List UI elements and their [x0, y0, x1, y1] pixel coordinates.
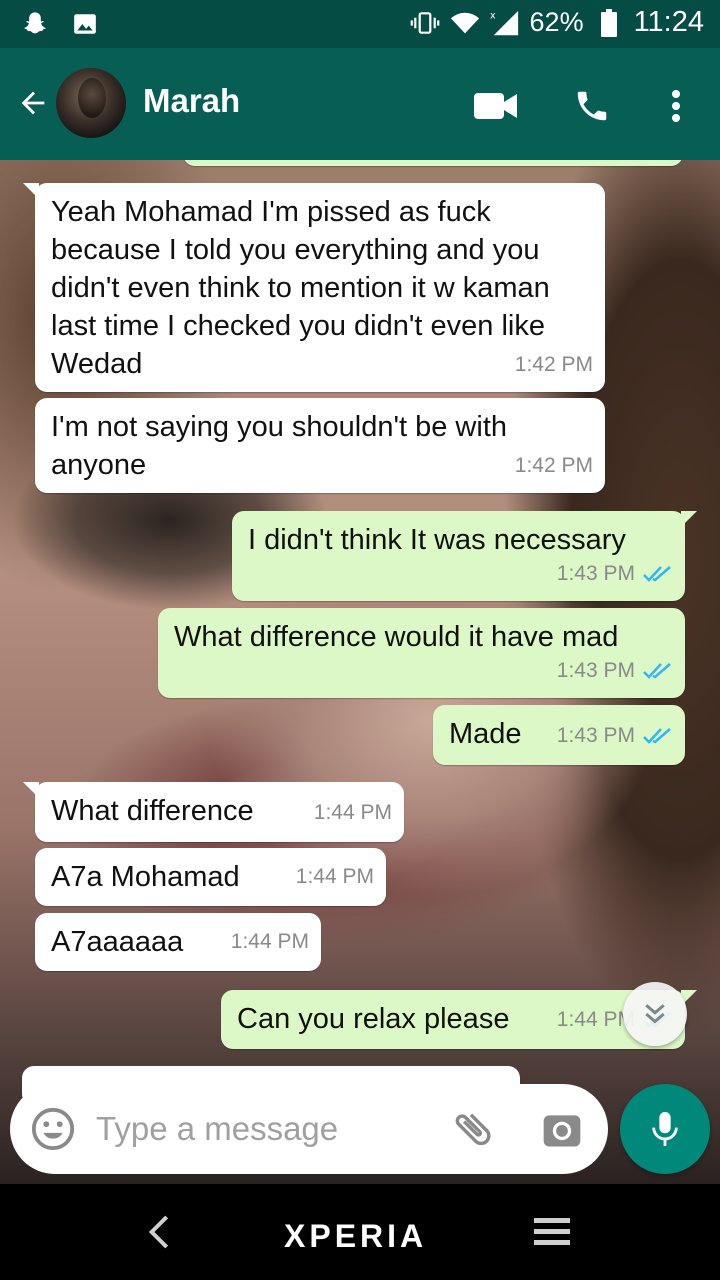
outgoing-message[interactable]: Made 1:43 PM — [433, 705, 685, 765]
nav-back-icon[interactable] — [140, 1212, 180, 1252]
incoming-message[interactable]: I'm not saying you shouldn't be with any… — [35, 398, 605, 493]
incoming-message[interactable]: A7a Mohamad 1:44 PM — [35, 848, 386, 906]
status-bar: x 62% 11:24 — [0, 0, 720, 48]
bubble-tail — [23, 183, 39, 199]
message-text: I didn't think It was necessary — [248, 524, 626, 556]
message-time: 1:42 PM — [514, 353, 593, 376]
battery-percent: 62% — [529, 7, 584, 37]
back-arrow-icon[interactable] — [12, 82, 54, 124]
read-receipt-icon — [643, 663, 671, 679]
message-text: What difference — [51, 795, 254, 827]
bubble-tail — [23, 782, 39, 798]
message-time: 1:42 PM — [514, 454, 593, 477]
message-text: Made — [449, 718, 522, 750]
message-text: What difference would it have mad — [174, 621, 619, 653]
paperclip-icon[interactable] — [450, 1106, 496, 1152]
battery-icon — [594, 8, 624, 38]
message-text: Can you relax please — [237, 1003, 510, 1035]
message-text: A7aaaaaa — [51, 926, 184, 958]
signal-icon: x — [490, 8, 520, 38]
voice-call-icon[interactable] — [570, 84, 614, 128]
message-time: 1:44 PM — [230, 930, 309, 953]
bubble-tail — [681, 511, 697, 527]
chat-header: Marah — [0, 48, 720, 160]
double-chevron-down-icon — [645, 1004, 665, 1024]
message-time: 1:44 PM — [313, 801, 392, 824]
emoji-icon[interactable] — [30, 1106, 76, 1152]
outgoing-message[interactable]: I didn't think It was necessary 1:43 PM — [232, 511, 697, 601]
message-text: Yeah Mohamad I'm pissed as fuck because … — [51, 196, 550, 380]
message-time: 1:43 PM — [556, 562, 635, 585]
message-input[interactable]: Type a message — [96, 1110, 338, 1148]
read-receipt-icon — [643, 566, 671, 582]
snapchat-notification-icon — [20, 9, 50, 39]
message-text: A7a Mohamad — [51, 861, 240, 893]
chat-background[interactable]: Yeah Mohamad I'm pissed as fuck because … — [0, 160, 720, 1184]
video-call-icon[interactable] — [474, 84, 518, 128]
outgoing-message[interactable]: What difference would it have mad 1:43 P… — [158, 608, 685, 698]
microphone-icon — [652, 1112, 678, 1146]
incoming-message[interactable]: What difference 1:44 PM — [23, 782, 404, 842]
clock: 11:24 — [633, 6, 704, 38]
more-options-icon[interactable] — [654, 84, 698, 128]
wifi-icon — [450, 8, 480, 38]
message-text: I'm not saying you shouldn't be with any… — [51, 411, 507, 481]
message-time: 1:43 PM — [556, 659, 635, 682]
incoming-message[interactable]: Yeah Mohamad I'm pissed as fuck because … — [23, 183, 605, 392]
message-time: 1:43 PM — [556, 724, 635, 747]
vibrate-icon — [410, 8, 440, 38]
contact-avatar[interactable] — [56, 68, 126, 138]
partial-message-bubble[interactable] — [183, 160, 683, 166]
microphone-button[interactable] — [620, 1084, 710, 1174]
outgoing-message[interactable]: Can you relax please 1:44 PM — [221, 990, 697, 1049]
menu-icon[interactable] — [534, 1216, 570, 1248]
camera-icon[interactable] — [540, 1108, 584, 1152]
scroll-to-bottom-button[interactable] — [623, 982, 687, 1046]
read-receipt-icon — [643, 728, 671, 744]
incoming-message[interactable]: A7aaaaaa 1:44 PM — [35, 913, 321, 971]
brand-logo: XPERIA — [284, 1218, 428, 1254]
gallery-notification-icon — [70, 9, 100, 39]
message-composer[interactable]: Type a message — [10, 1084, 608, 1174]
message-time: 1:44 PM — [295, 865, 374, 888]
system-nav-bar: XPERIA — [0, 1184, 720, 1280]
contact-name[interactable]: Marah — [143, 82, 240, 120]
svg-text:x: x — [490, 10, 496, 21]
